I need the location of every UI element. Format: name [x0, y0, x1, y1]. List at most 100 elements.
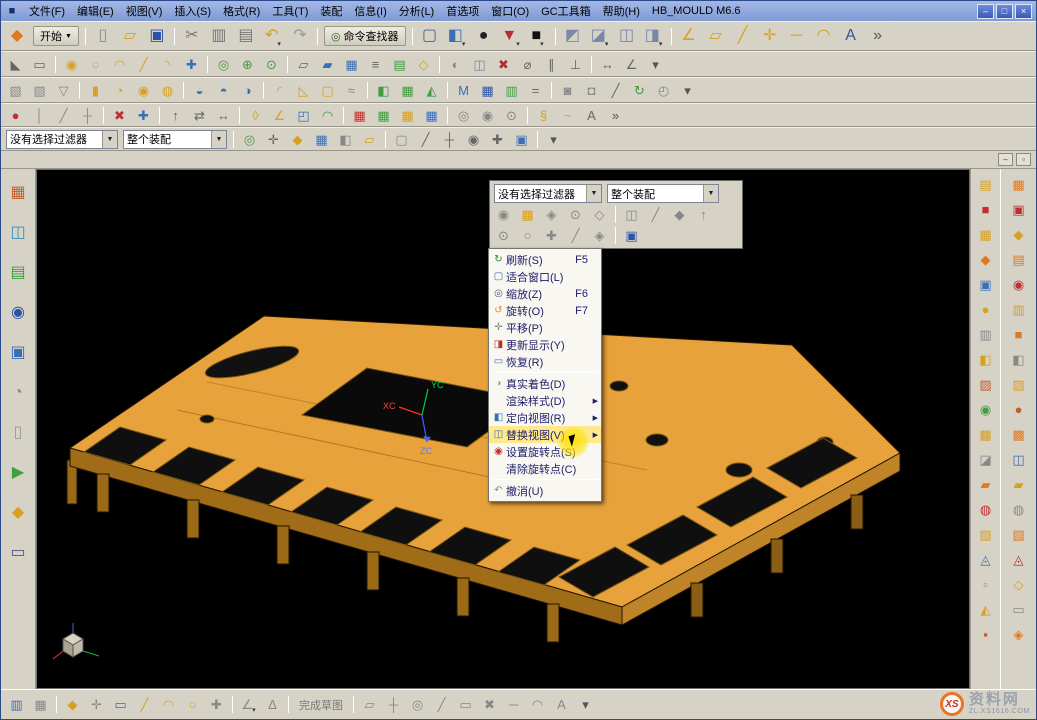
bottom-delete-icon[interactable]: ✖ [478, 694, 501, 715]
perpendicular-dim-icon[interactable]: ⊥ [564, 54, 587, 75]
mold-tool-a10-icon[interactable]: ◉ [975, 399, 997, 420]
cut-icon[interactable]: ✂ [179, 24, 205, 49]
trim-body-icon[interactable]: ◭ [420, 80, 443, 101]
float-select-line-icon[interactable]: ╱ [644, 204, 667, 225]
row4-more-icon[interactable]: » [604, 105, 627, 126]
face-filter-icon[interactable]: ▽ [52, 80, 75, 101]
target-point-icon[interactable]: ◎ [452, 105, 475, 126]
datum-plane-icon[interactable]: ▱ [703, 24, 729, 49]
float-selection-filter-dropdown[interactable]: 没有选择过滤器▼ [494, 184, 602, 203]
menubar-item[interactable]: 工具(T) [266, 1, 314, 21]
sketch-line-icon[interactable]: ╱ [133, 694, 156, 715]
history-palette-icon[interactable]: ◔ [5, 381, 31, 405]
float-select-gem-icon[interactable]: ◈ [540, 204, 563, 225]
copy-icon[interactable]: ▥ [206, 24, 232, 49]
part-navigator-icon[interactable]: ▤ [5, 261, 31, 285]
undo-icon[interactable]: ↶▾ [260, 24, 286, 49]
chevron-down-icon[interactable]: ▼ [586, 185, 601, 202]
layer-visible-icon[interactable]: ▤ [388, 54, 411, 75]
menu-item[interactable]: ◎缩放(Z)F6 [489, 285, 601, 302]
face-tool-icon[interactable]: ▰ [316, 54, 339, 75]
maximize-button[interactable]: □ [996, 4, 1013, 19]
fillet-curve-icon[interactable]: ◝ [156, 54, 179, 75]
menu-item[interactable]: ▢适合窗口(L) [489, 268, 601, 285]
float-select-solid-icon[interactable]: ◆ [668, 204, 691, 225]
snap-circle-center-icon[interactable]: ◉ [462, 129, 485, 150]
menu-item[interactable]: ◫替换视图(V)▶ [489, 426, 601, 443]
display-window-icon[interactable]: ▢ [417, 24, 443, 49]
parallel-dim-icon[interactable]: ∥ [540, 54, 563, 75]
snap-quadrant-icon[interactable]: ✚ [486, 129, 509, 150]
sketch-point-icon[interactable]: ◆ [61, 694, 84, 715]
object-info-icon[interactable]: ◘ [580, 80, 603, 101]
quadrant-red-icon[interactable]: ▦ [348, 105, 371, 126]
snap-intersection-icon[interactable]: ┼ [438, 129, 461, 150]
mold-tool-b17-icon[interactable]: ◇ [1008, 574, 1030, 595]
menubar-item[interactable]: 分析(L) [393, 1, 440, 21]
select-edge-icon[interactable]: ◧ [334, 129, 357, 150]
grid-tool-icon[interactable]: ▦ [340, 54, 363, 75]
float-snap-gem-icon[interactable]: ◈ [588, 225, 611, 246]
reference-point-icon[interactable]: ◉ [476, 105, 499, 126]
dashed-box-select-icon[interactable]: ▢ [390, 129, 413, 150]
selection-scope-dropdown[interactable]: 整个装配▼ [123, 130, 227, 149]
assembly-navigator-icon[interactable]: ▦ [5, 181, 31, 205]
menu-item[interactable]: ◧定向视图(R)▶ [489, 409, 601, 426]
subtract-icon[interactable]: ◓ [212, 80, 235, 101]
pocket-icon[interactable]: ▧ [4, 80, 27, 101]
mold-tool-a18-icon[interactable]: ◭ [975, 599, 997, 620]
bottom-slash-icon[interactable]: ╱ [430, 694, 453, 715]
mold-tool-a02-icon[interactable]: ■ [975, 199, 997, 220]
unite-icon[interactable]: ◒ [188, 80, 211, 101]
open-file-icon[interactable]: ▱ [117, 24, 143, 49]
point-tool-icon[interactable]: ✛ [757, 24, 783, 49]
menu-item[interactable]: 清除旋转点(C) [489, 460, 601, 477]
diamond-tool-icon[interactable]: ◇ [412, 54, 435, 75]
menu-item[interactable]: ◉设置旋转点(S) [489, 443, 601, 460]
mold-tool-a07-icon[interactable]: ▥ [975, 324, 997, 345]
mold-tool-b02-icon[interactable]: ▣ [1008, 199, 1030, 220]
mold-tool-a11-icon[interactable]: ▩ [975, 424, 997, 445]
sketch-cross-icon[interactable]: ✛ [85, 694, 108, 715]
row2-more-icon[interactable]: ▾ [644, 54, 667, 75]
bottom-line-icon[interactable]: ─ [502, 694, 525, 715]
mold-tool-a04-icon[interactable]: ◆ [975, 249, 997, 270]
mold-tool-b03-icon[interactable]: ◆ [1008, 224, 1030, 245]
studio-render-icon[interactable]: ▼▾ [498, 24, 524, 49]
delay-update-icon[interactable]: ◴ [652, 80, 675, 101]
float-select-point-icon[interactable]: ◉ [492, 204, 515, 225]
mold-tool-a06-icon[interactable]: ● [975, 299, 997, 320]
menu-item[interactable]: ↺旋转(O)F7 [489, 302, 601, 319]
select-face-icon[interactable]: ◆ [286, 129, 309, 150]
line-tool-icon[interactable]: ─ [784, 24, 810, 49]
command-finder-button[interactable]: ◎命令查找器 [324, 26, 406, 46]
direction-up-icon[interactable]: ↑ [164, 105, 187, 126]
float-select-face-icon[interactable]: ▦ [516, 204, 539, 225]
mold-tool-b19-icon[interactable]: ◈ [1008, 624, 1030, 645]
mold-tool-b04-icon[interactable]: ▤ [1008, 249, 1030, 270]
float-snap-slash-icon[interactable]: ╱ [564, 225, 587, 246]
mold-tool-b14-icon[interactable]: ◍ [1008, 499, 1030, 520]
mold-tool-b11-icon[interactable]: ▩ [1008, 424, 1030, 445]
menubar-item[interactable]: HB_MOULD M6.6 [646, 3, 747, 19]
shade-mode-icon[interactable]: ◐ [444, 54, 467, 75]
paste-icon[interactable]: ▤ [233, 24, 259, 49]
view-trimetric-icon[interactable]: ◩ [560, 24, 586, 49]
shell-icon[interactable]: ▢ [316, 80, 339, 101]
hole-feature-icon[interactable]: ◉ [132, 80, 155, 101]
graphics-viewport[interactable]: YC XC ZC 没有选择过滤器▼整个装配▼ ◉▦◈⊙◇◫╱◆↑ [36, 169, 970, 689]
snap-mid-icon[interactable]: ⊕ [236, 54, 259, 75]
menu-item[interactable]: ▭恢复(R) [489, 353, 601, 370]
menu-item[interactable]: ↶撤消(U) [489, 482, 601, 499]
table-note-icon[interactable]: ▦ [476, 80, 499, 101]
sketch-snap-icon[interactable]: ▦ [29, 694, 52, 715]
point-snap-icon[interactable]: ✚ [180, 54, 203, 75]
row1-more-icon[interactable]: » [865, 24, 891, 49]
distance-analysis-icon[interactable]: ◊ [244, 105, 267, 126]
row3-more-icon[interactable]: ▾ [676, 80, 699, 101]
bottom-arc-icon[interactable]: ◠ [526, 694, 549, 715]
shaded-sphere-icon[interactable]: ● [471, 24, 497, 49]
bottom-rect-icon[interactable]: ▭ [454, 694, 477, 715]
sketch-triangle-icon[interactable]: ∆ [261, 694, 284, 715]
mold-tool-a19-icon[interactable]: ▪ [975, 624, 997, 645]
